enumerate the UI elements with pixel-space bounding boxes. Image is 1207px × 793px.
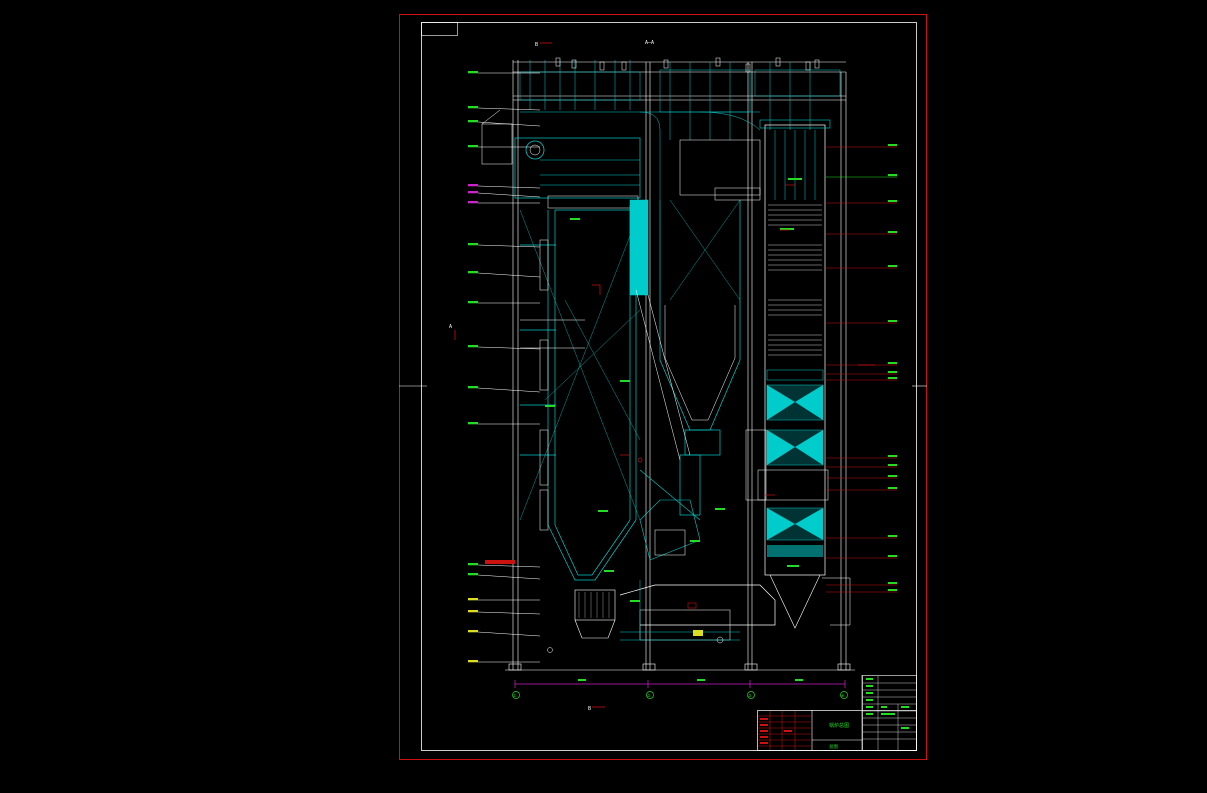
cad-drawing-canvas: A—A B B A ① ② ③ ④ 锅炉总图 总图	[399, 14, 927, 760]
callout-right-5	[826, 320, 897, 324]
svg-text:A: A	[449, 324, 452, 330]
callout-left-6	[468, 201, 540, 204]
title-block-sheet: 总图	[829, 743, 838, 750]
corner-box	[421, 22, 458, 36]
sheet-border	[399, 14, 927, 760]
callout-right-12	[826, 487, 897, 491]
callout-right-16	[826, 589, 897, 593]
furnace	[519, 205, 641, 581]
callout-left-10	[468, 345, 541, 350]
callout-right-1	[826, 174, 897, 178]
callout-right-7	[826, 371, 897, 375]
callout-right-6	[826, 362, 897, 366]
callout-left-9	[468, 301, 540, 304]
callout-left-5	[468, 191, 541, 198]
callout-left-1	[468, 106, 541, 111]
steam-drum	[481, 109, 641, 209]
callout-right-0	[826, 144, 897, 148]
callout-left-15	[468, 598, 540, 601]
section-title: A—A	[645, 40, 654, 46]
axis-mark-left: A	[449, 324, 456, 340]
drawing-frame	[421, 22, 917, 751]
callout-left-17	[468, 630, 541, 637]
bottom-equipment	[547, 580, 776, 653]
svg-text:B: B	[588, 706, 591, 712]
callout-right-13	[826, 535, 897, 539]
title-block: 锅炉总图 总图	[757, 675, 917, 751]
callout-left-12	[468, 422, 540, 425]
section-mark-top: B	[535, 42, 552, 48]
callouts-right	[826, 144, 897, 593]
svg-text:③: ③	[748, 693, 752, 698]
section-mark-bottom: B	[588, 706, 605, 712]
svg-text:②: ②	[647, 693, 651, 698]
callout-left-2	[468, 120, 541, 127]
callout-right-10	[826, 464, 897, 468]
grid-bubble-1: ①	[512, 691, 520, 699]
callout-right-4	[826, 265, 897, 269]
callout-left-14	[468, 573, 541, 580]
callouts-left	[468, 71, 541, 663]
callout-right-14	[826, 555, 897, 559]
title-block-title: 锅炉总图	[829, 722, 849, 729]
callout-left-3	[468, 145, 540, 148]
grid-bubble-2: ②	[646, 691, 654, 699]
callout-left-4	[468, 184, 541, 189]
callout-left-8	[468, 271, 541, 278]
callout-right-8	[826, 377, 897, 381]
svg-text:B: B	[535, 42, 538, 48]
grid-bubble-4: ④	[840, 691, 848, 699]
callout-right-15	[826, 582, 897, 586]
callout-right-9	[826, 455, 897, 459]
dimension-line	[514, 679, 846, 688]
grid-bubble-3: ③	[747, 691, 755, 699]
callout-right-2	[826, 200, 897, 204]
callout-left-18	[468, 660, 540, 663]
callout-right-11	[826, 475, 897, 479]
callout-right-3	[826, 231, 897, 235]
callout-left-11	[468, 386, 541, 393]
svg-text:①: ①	[513, 693, 517, 698]
cyclone-separator	[629, 139, 761, 516]
furnace-wall-details	[520, 239, 585, 531]
svg-text:④: ④	[841, 693, 845, 698]
callout-left-16	[468, 610, 541, 615]
inner-tags	[545, 178, 802, 602]
